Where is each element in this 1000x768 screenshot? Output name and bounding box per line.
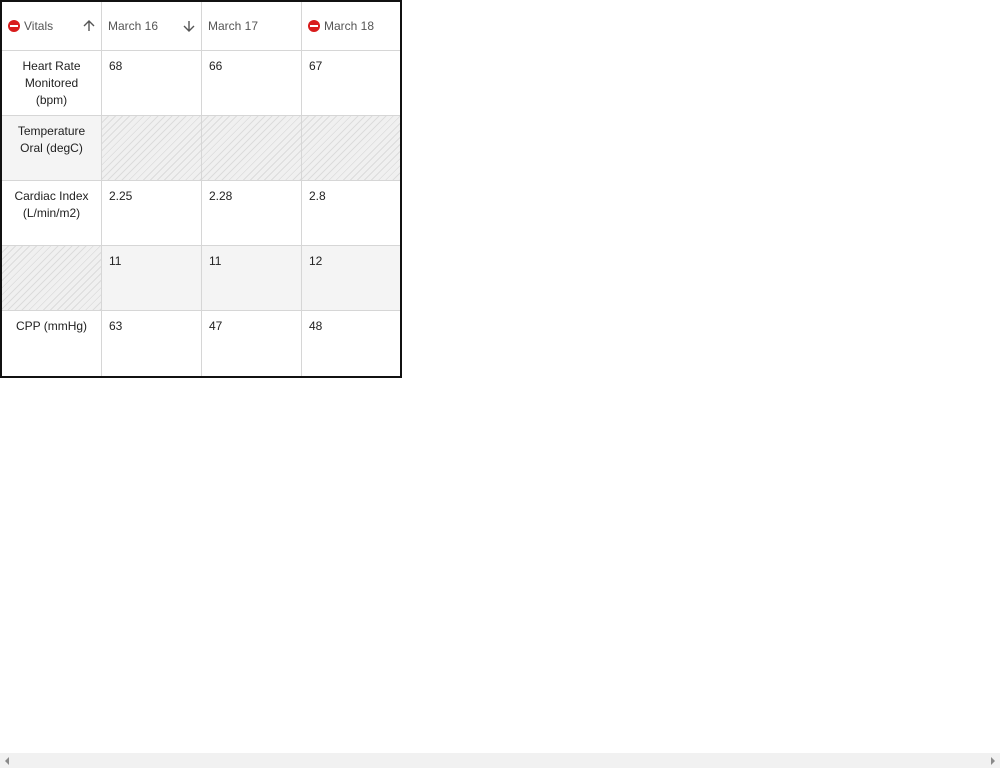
horizontal-scrollbar[interactable] xyxy=(0,753,1000,768)
row-header-cpp: CPP (mmHg) xyxy=(2,311,102,376)
table-cell[interactable]: 11 xyxy=(102,246,202,311)
column-header-label: March 17 xyxy=(208,18,259,33)
arrow-up-icon[interactable] xyxy=(82,19,96,33)
arrow-down-icon[interactable] xyxy=(182,19,196,33)
column-header-march-17[interactable]: March 17 xyxy=(202,2,302,51)
empty-cell[interactable] xyxy=(202,116,302,181)
table-cell[interactable]: 12 xyxy=(302,246,400,311)
vitals-grid: Vitals March 16 March 17 March 18 Heart … xyxy=(0,0,402,378)
no-entry-icon[interactable] xyxy=(8,20,20,32)
column-header-march-18[interactable]: March 18 xyxy=(302,2,400,51)
column-header-march-16[interactable]: March 16 xyxy=(102,2,202,51)
table-cell[interactable]: 2.25 xyxy=(102,181,202,246)
no-entry-icon[interactable] xyxy=(308,20,320,32)
column-header-vitals[interactable]: Vitals xyxy=(2,2,102,51)
column-header-label: March 16 xyxy=(108,18,159,33)
triangle-right-icon[interactable] xyxy=(991,757,995,765)
triangle-left-icon[interactable] xyxy=(5,757,9,765)
table-cell[interactable]: 48 xyxy=(302,311,400,376)
column-header-label: March 18 xyxy=(324,18,375,33)
empty-cell[interactable] xyxy=(102,116,202,181)
table-cell[interactable]: 2.28 xyxy=(202,181,302,246)
table-cell[interactable]: 68 xyxy=(102,51,202,116)
row-header-temperature: Temperature Oral (degC) xyxy=(2,116,102,181)
column-header-label: Vitals xyxy=(24,18,54,33)
table-cell[interactable]: 67 xyxy=(302,51,400,116)
row-header-empty xyxy=(2,246,102,311)
table-cell[interactable]: 2.8 xyxy=(302,181,400,246)
empty-cell[interactable] xyxy=(302,116,400,181)
row-header-cardiac-index: Cardiac Index (L/min/m2) xyxy=(2,181,102,246)
table-cell[interactable]: 47 xyxy=(202,311,302,376)
table-cell[interactable]: 63 xyxy=(102,311,202,376)
row-header-heart-rate: Heart Rate Monitored (bpm) xyxy=(2,51,102,116)
table-cell[interactable]: 66 xyxy=(202,51,302,116)
table-cell[interactable]: 11 xyxy=(202,246,302,311)
